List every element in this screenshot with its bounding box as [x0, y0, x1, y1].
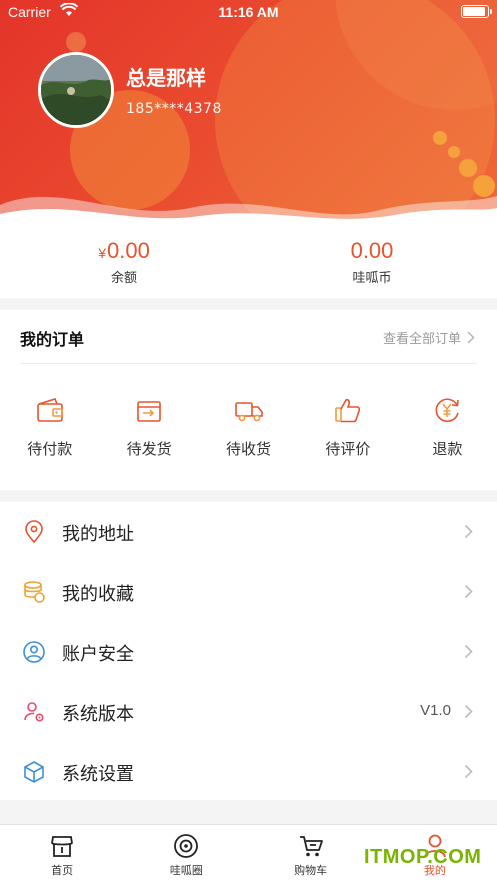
menu-item-favorites[interactable]: 我的收藏: [0, 562, 497, 622]
balance-label: 余额: [110, 271, 137, 286]
chevron-right-icon: [464, 524, 473, 539]
order-status-label: 待付款: [27, 440, 73, 458]
chevron-right-icon: [467, 331, 475, 344]
balance-item[interactable]: ¥0.00 余额: [0, 238, 248, 286]
coins-amount: 0.00: [350, 238, 394, 263]
order-pending-review[interactable]: 待评价: [298, 396, 397, 459]
profile-header: Carrier 11:16 AM 总是那样 185****4378: [0, 0, 497, 232]
balance-section: ¥0.00 余额 0.00 哇呱币: [0, 232, 497, 298]
chevron-right-icon: [464, 704, 473, 719]
coins-item[interactable]: 0.00 哇呱币: [248, 238, 496, 286]
order-status-label: 待评价: [325, 440, 371, 458]
menu-item-system-version[interactable]: 系统版本 V1.0: [0, 682, 497, 742]
order-pending-shipment[interactable]: 待发货: [99, 396, 198, 459]
status-time: 11:16 AM: [218, 4, 279, 20]
currency-symbol: ¥: [98, 245, 106, 261]
ship-box-icon: [137, 401, 161, 422]
avatar-image: [41, 55, 111, 125]
menu-item-value: V1.0: [420, 702, 451, 719]
tab-cart[interactable]: 购物车: [249, 825, 373, 883]
order-status-grid: 待付款 待发货 待收货 待评价 退款: [0, 396, 497, 459]
username[interactable]: 总是那样: [126, 62, 206, 91]
phone-number: 185****4378: [126, 101, 222, 117]
divider: [20, 363, 477, 364]
order-pending-payment[interactable]: 待付款: [0, 396, 99, 459]
tab-home[interactable]: 首页: [0, 825, 124, 883]
refund-icon: [435, 398, 460, 422]
orders-title: 我的订单: [20, 330, 85, 349]
user-circle-icon: [23, 641, 45, 663]
view-all-orders-link[interactable]: 查看全部订单: [383, 328, 475, 347]
menu-item-label: 账户安全: [62, 644, 134, 665]
order-status-label: 退款: [432, 440, 463, 458]
menu-item-system-settings[interactable]: 系统设置: [0, 742, 497, 802]
watermark: ITMOP.COM: [364, 846, 482, 868]
menu-item-label: 系统版本: [62, 704, 134, 725]
orders-section: 我的订单 查看全部订单 待付款 待发货 待收货 待评价 退款: [0, 310, 497, 490]
coins-icon: [24, 581, 45, 603]
settings-menu: 我的地址 我的收藏 账户安全 系统版本 V1.0 系统设置: [0, 502, 497, 800]
chevron-right-icon: [464, 584, 473, 599]
view-all-orders-label: 查看全部订单: [382, 332, 461, 347]
menu-item-address[interactable]: 我的地址: [0, 502, 497, 562]
menu-item-account-security[interactable]: 账户安全: [0, 622, 497, 682]
tab-circle[interactable]: 哇呱圈: [124, 825, 248, 883]
user-gear-icon: [24, 702, 44, 722]
cart-icon: [299, 836, 323, 857]
circle-target-icon: [174, 834, 199, 858]
chevron-right-icon: [464, 644, 473, 659]
status-bar: Carrier 11:16 AM: [0, 0, 497, 26]
store-icon: [51, 836, 74, 857]
battery-icon: [461, 5, 492, 18]
tab-label: 哇呱圈: [169, 864, 203, 877]
order-pending-receipt[interactable]: 待收货: [199, 396, 298, 459]
chevron-right-icon: [464, 764, 473, 779]
thumbs-up-icon: [335, 398, 361, 423]
tab-label: 购物车: [294, 864, 328, 877]
order-refund[interactable]: 退款: [398, 396, 497, 459]
balance-amount: ¥0.00: [0, 238, 248, 264]
wallet-icon: [36, 398, 63, 422]
cube-icon: [24, 761, 44, 783]
truck-icon: [234, 402, 263, 422]
order-status-label: 待发货: [126, 440, 172, 458]
menu-item-label: 我的地址: [62, 524, 134, 545]
location-pin-icon: [25, 520, 43, 544]
avatar[interactable]: [38, 52, 114, 128]
tab-label: 首页: [51, 864, 74, 877]
balance-amount-value: 0.00: [106, 238, 150, 263]
menu-item-label: 我的收藏: [62, 584, 134, 605]
order-status-label: 待收货: [226, 440, 272, 458]
coins-label: 哇呱币: [352, 271, 392, 286]
menu-item-label: 系统设置: [62, 764, 134, 785]
